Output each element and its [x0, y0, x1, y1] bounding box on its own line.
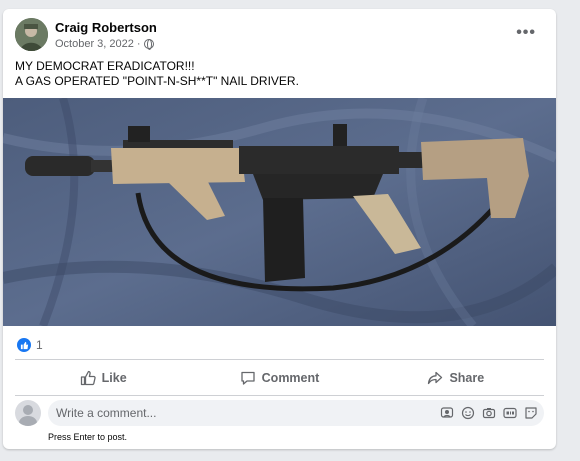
author-avatar[interactable] — [15, 18, 48, 51]
share-button[interactable]: Share — [368, 363, 544, 393]
comment-button[interactable]: Comment — [191, 363, 367, 393]
post-meta: October 3, 2022 · — [55, 38, 154, 50]
like-button[interactable]: Like — [15, 363, 191, 393]
viewer-avatar — [15, 400, 41, 426]
more-options-button[interactable]: ••• — [516, 24, 536, 42]
post-photo[interactable] — [3, 98, 556, 326]
author-name[interactable]: Craig Robertson — [55, 20, 157, 35]
post-text-line-1: MY DEMOCRAT ERADICATOR!!! — [15, 59, 195, 73]
post-header: Craig Robertson October 3, 2022 · ••• — [15, 18, 544, 60]
comment-bubble-icon — [241, 371, 255, 385]
avatar-sticker-icon[interactable] — [440, 406, 454, 420]
post-text: MY DEMOCRAT ERADICATOR!!! A GAS OPERATED… — [15, 59, 299, 89]
actions-bottom-divider — [15, 395, 544, 396]
sticker-icon[interactable] — [524, 406, 538, 420]
comment-composer: Write a comment... — [15, 400, 544, 428]
emoji-icon[interactable] — [461, 406, 475, 420]
camera-icon[interactable] — [482, 406, 496, 420]
meta-separator: · — [136, 38, 141, 50]
like-button-label: Like — [101, 371, 127, 385]
reaction-count[interactable]: 1 — [36, 338, 43, 352]
post-actions: Like Comment Share — [15, 363, 544, 393]
post-date[interactable]: October 3, 2022 — [55, 38, 134, 50]
actions-top-divider — [15, 359, 544, 360]
thumbs-up-icon — [80, 370, 96, 386]
comment-input-placeholder: Write a comment... — [56, 406, 157, 420]
post-text-line-2: A GAS OPERATED "POINT-N-SH**T" NAIL DRIV… — [15, 74, 299, 88]
like-icon — [17, 338, 31, 352]
globe-icon — [143, 39, 154, 50]
comment-hint: Press Enter to post. — [48, 432, 128, 442]
comment-button-label: Comment — [261, 371, 320, 385]
share-button-label: Share — [449, 371, 485, 385]
reaction-summary[interactable]: 1 — [17, 338, 43, 352]
post-card: Craig Robertson October 3, 2022 · ••• MY… — [3, 9, 556, 449]
gif-icon[interactable] — [503, 406, 517, 420]
comment-tools — [440, 406, 538, 420]
share-arrow-icon — [428, 371, 443, 385]
